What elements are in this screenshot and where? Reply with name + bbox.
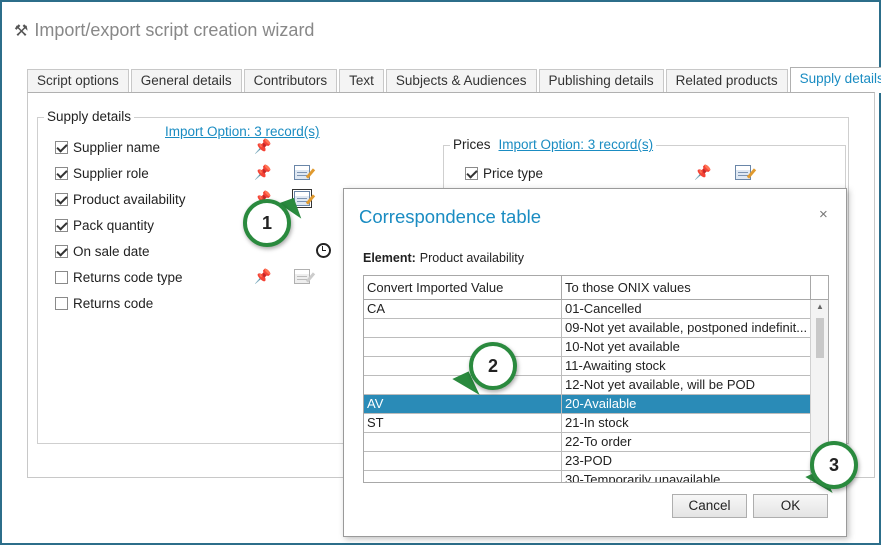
table-row[interactable]: CA 01-Cancelled (364, 300, 810, 319)
clock-icon[interactable] (316, 243, 331, 258)
imported-value-cell[interactable] (364, 357, 562, 375)
cancel-button[interactable]: Cancel (672, 494, 747, 518)
table-row[interactable]: ST 21-In stock (364, 414, 810, 433)
onix-value-cell[interactable]: 10-Not yet available (562, 338, 810, 356)
supplier-name-checkbox[interactable] (55, 140, 68, 154)
pushpin-icon[interactable]: 📌 (254, 164, 271, 181)
element-value: Product availability (419, 251, 525, 265)
table-row[interactable]: 22-To order (364, 433, 810, 452)
header-corner (810, 276, 828, 299)
imported-value-cell[interactable] (364, 433, 562, 451)
returns-code-label: Returns code (73, 295, 154, 311)
tab-script-options[interactable]: Script options (27, 69, 129, 93)
product-availability-label: Product availability (73, 191, 186, 207)
supplier-role-label: Supplier role (73, 165, 149, 181)
pack-quantity-row: Pack quantity (55, 216, 154, 234)
wizard-window: ⚒ Import/export script creation wizard Sc… (0, 0, 881, 545)
onix-value-cell[interactable]: 30-Temporarily unavailable (562, 471, 810, 482)
imported-value-cell[interactable] (364, 471, 562, 482)
tab-supply-details[interactable]: Supply details (789, 67, 881, 93)
pushpin-icon[interactable]: 📌 (694, 164, 711, 181)
edit-table-icon[interactable] (735, 165, 751, 180)
tab-general-details[interactable]: General details (130, 69, 242, 93)
table-row-selected[interactable]: AV 20-Available (364, 395, 810, 414)
imported-value-cell[interactable] (364, 452, 562, 470)
pushpin-icon[interactable]: 📌 (254, 268, 271, 285)
window-title: ⚒ Import/export script creation wizard (14, 20, 314, 41)
table-header: Convert Imported Value To those ONIX val… (364, 276, 828, 300)
price-type-label: Price type (483, 165, 544, 181)
supplier-name-row: Supplier name (55, 138, 160, 156)
product-availability-row: Product availability (55, 190, 186, 208)
on-sale-date-checkbox[interactable] (55, 244, 68, 258)
onix-value-cell[interactable]: 09-Not yet available, postponed indefini… (562, 319, 810, 337)
on-sale-date-row: On sale date (55, 242, 150, 260)
supply-import-option-link[interactable]: Import Option: 3 record(s) (165, 124, 320, 139)
column-header-imported[interactable]: Convert Imported Value (364, 276, 562, 299)
correspondence-dialog: Correspondence table × Element: Product a… (343, 188, 847, 537)
onix-value-cell[interactable]: 23-POD (562, 452, 810, 470)
price-type-row: Price type (465, 164, 543, 182)
edit-table-icon[interactable] (294, 269, 310, 284)
edit-table-icon[interactable] (294, 165, 310, 180)
returns-code-type-label: Returns code type (73, 269, 183, 285)
element-label: Element: (363, 251, 416, 265)
onix-value-cell[interactable]: 21-In stock (562, 414, 810, 432)
tab-bar: Script options General details Contribut… (27, 67, 881, 93)
imported-value-cell[interactable] (364, 338, 562, 356)
table-row[interactable]: 09-Not yet available, postponed indefini… (364, 319, 810, 338)
table-row[interactable]: 12-Not yet available, will be POD (364, 376, 810, 395)
column-header-onix[interactable]: To those ONIX values (562, 276, 810, 299)
onix-value-cell[interactable]: 01-Cancelled (562, 300, 810, 318)
price-type-checkbox[interactable] (465, 166, 478, 180)
pushpin-icon[interactable]: 📌 (254, 138, 271, 155)
element-line: Element: Product availability (363, 251, 524, 265)
returns-code-checkbox[interactable] (55, 296, 68, 310)
tab-contributors[interactable]: Contributors (243, 69, 338, 93)
callout-badge-1: 1 (243, 199, 291, 247)
returns-code-type-row: Returns code type (55, 268, 183, 286)
scrollbar-thumb[interactable] (816, 318, 824, 358)
pack-quantity-label: Pack quantity (73, 217, 155, 233)
close-icon[interactable]: × (819, 206, 828, 223)
on-sale-date-label: On sale date (73, 243, 150, 259)
imported-value-cell[interactable]: CA (364, 300, 562, 318)
supplier-role-row: Supplier role (55, 164, 149, 182)
table-row[interactable]: 30-Temporarily unavailable (364, 471, 810, 482)
product-availability-checkbox[interactable] (55, 192, 68, 206)
supply-details-legend: Supply details (44, 109, 135, 124)
supplier-role-checkbox[interactable] (55, 166, 68, 180)
prices-legend: Prices Import Option: 3 record(s) (450, 137, 657, 152)
correspondence-table: Convert Imported Value To those ONIX val… (363, 275, 829, 483)
edit-table-icon[interactable] (292, 189, 312, 208)
scroll-up-arrow-icon[interactable]: ▲ (816, 302, 824, 311)
pack-quantity-checkbox[interactable] (55, 218, 68, 232)
onix-value-cell[interactable]: 12-Not yet available, will be POD (562, 376, 810, 394)
tab-publishing-details[interactable]: Publishing details (538, 69, 664, 93)
prices-legend-text: Prices (453, 137, 491, 152)
onix-value-cell[interactable]: 11-Awaiting stock (562, 357, 810, 375)
table-body: CA 01-Cancelled 09-Not yet available, po… (364, 300, 810, 482)
tab-related-products[interactable]: Related products (665, 69, 788, 93)
table-row[interactable]: 23-POD (364, 452, 810, 471)
tab-subjects-audiences[interactable]: Subjects & Audiences (385, 69, 537, 93)
onix-value-cell[interactable]: 20-Available (562, 395, 810, 413)
onix-value-cell[interactable]: 22-To order (562, 433, 810, 451)
imported-value-cell[interactable]: ST (364, 414, 562, 432)
returns-code-row: Returns code (55, 294, 153, 312)
callout-badge-3: 3 (810, 441, 858, 489)
supplier-name-label: Supplier name (73, 139, 161, 155)
table-row[interactable]: 11-Awaiting stock (364, 357, 810, 376)
callout-badge-2: 2 (469, 342, 517, 390)
magic-wand-icon: ⚒ (14, 23, 29, 40)
dialog-title: Correspondence table (359, 206, 542, 227)
prices-import-option-link[interactable]: Import Option: 3 record(s) (499, 137, 654, 152)
table-row[interactable]: 10-Not yet available (364, 338, 810, 357)
tab-text[interactable]: Text (339, 69, 384, 93)
imported-value-cell[interactable] (364, 319, 562, 337)
window-title-text: Import/export script creation wizard (34, 20, 315, 40)
returns-code-type-checkbox[interactable] (55, 270, 68, 284)
